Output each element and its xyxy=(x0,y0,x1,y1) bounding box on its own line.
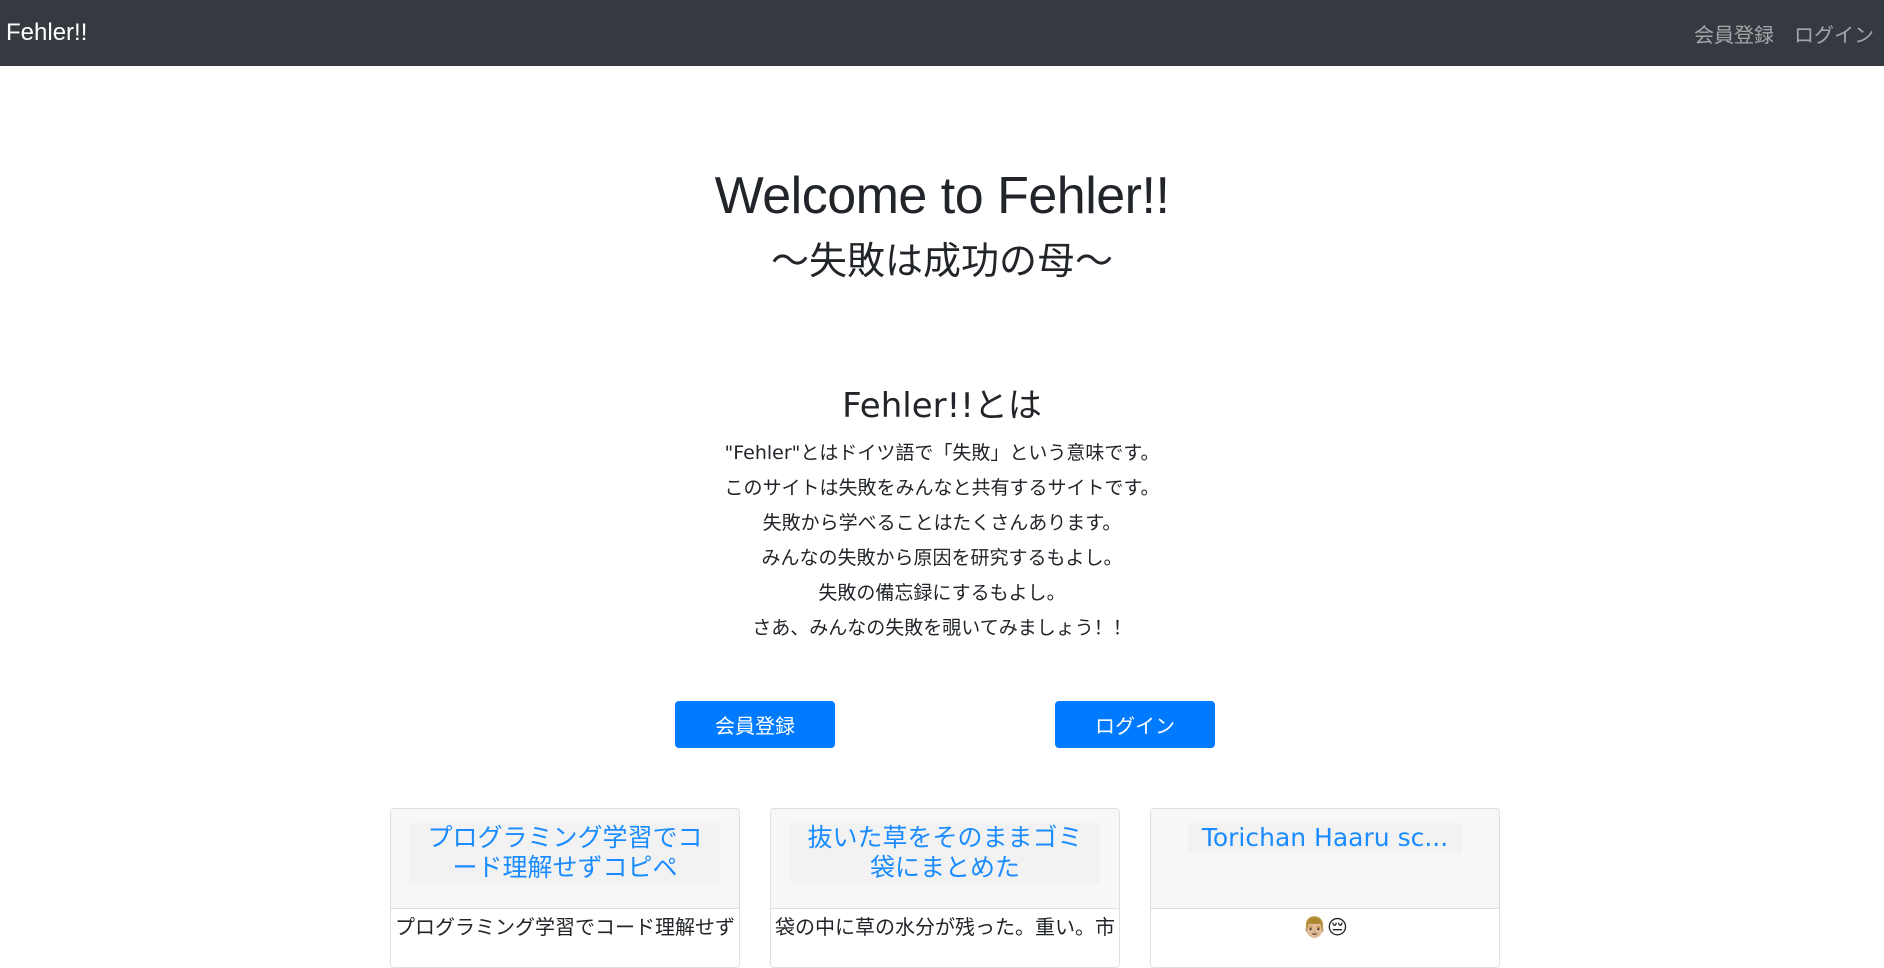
brand-logo-link[interactable]: Fehler!! xyxy=(6,19,87,47)
about-heading: Fehler!!とは xyxy=(842,386,1042,426)
about-line: 失敗から学べることはたくさんあります。 xyxy=(762,512,1122,534)
login-button[interactable]: ログイン xyxy=(1055,701,1215,748)
about-line: "Fehler"とはドイツ語で「失敗」という意味です。 xyxy=(724,442,1160,464)
post-card: 抜いた草をそのままゴミ袋にまとめた 袋の中に草の水分が残った。重い。市 xyxy=(770,808,1120,968)
card-title-link[interactable]: 抜いた草をそのままゴミ袋にまとめた xyxy=(790,823,1100,883)
post-card: Torichan Haaru sc... 👨🏼😔 xyxy=(1150,808,1500,968)
nav-links: 会員登録 ログイン xyxy=(1694,19,1878,48)
about-line: 失敗の備忘録にするもよし。 xyxy=(818,582,1066,604)
about-line: このサイトは失敗をみんなと共有するサイトです。 xyxy=(724,477,1160,499)
hero-title: Welcome to Fehler!! xyxy=(714,167,1170,225)
about-line: さあ、みんなの失敗を覗いてみましょう！！ xyxy=(752,617,1132,639)
card-title-link[interactable]: Torichan Haaru sc... xyxy=(1187,823,1463,853)
card-header: Torichan Haaru sc... xyxy=(1151,809,1499,909)
card-title-link[interactable]: プログラミング学習でコード理解せずコピペ xyxy=(410,823,720,883)
card-header: 抜いた草をそのままゴミ袋にまとめた xyxy=(771,809,1119,909)
nav-login-link[interactable]: ログイン xyxy=(1794,19,1874,48)
top-navbar: Fehler!! 会員登録 ログイン xyxy=(0,0,1884,66)
about-description: "Fehler"とはドイツ語で「失敗」という意味です。 このサイトは失敗をみんな… xyxy=(0,436,1884,646)
card-body-text: 袋の中に草の水分が残った。重い。市 xyxy=(775,915,1115,939)
card-body-text: 👨🏼😔 xyxy=(1302,915,1348,939)
about-line: みんなの失敗から原因を研究するもよし。 xyxy=(761,547,1123,569)
post-card: プログラミング学習でコード理解せずコピペ プログラミング学習でコード理解せず xyxy=(390,808,740,968)
hero-subtitle: 〜失敗は成功の母〜 xyxy=(770,239,1113,283)
nav-signup-link[interactable]: 会員登録 xyxy=(1694,19,1774,48)
signup-button[interactable]: 会員登録 xyxy=(675,701,835,748)
card-header: プログラミング学習でコード理解せずコピペ xyxy=(391,809,739,909)
card-body-text: プログラミング学習でコード理解せず xyxy=(395,915,735,939)
